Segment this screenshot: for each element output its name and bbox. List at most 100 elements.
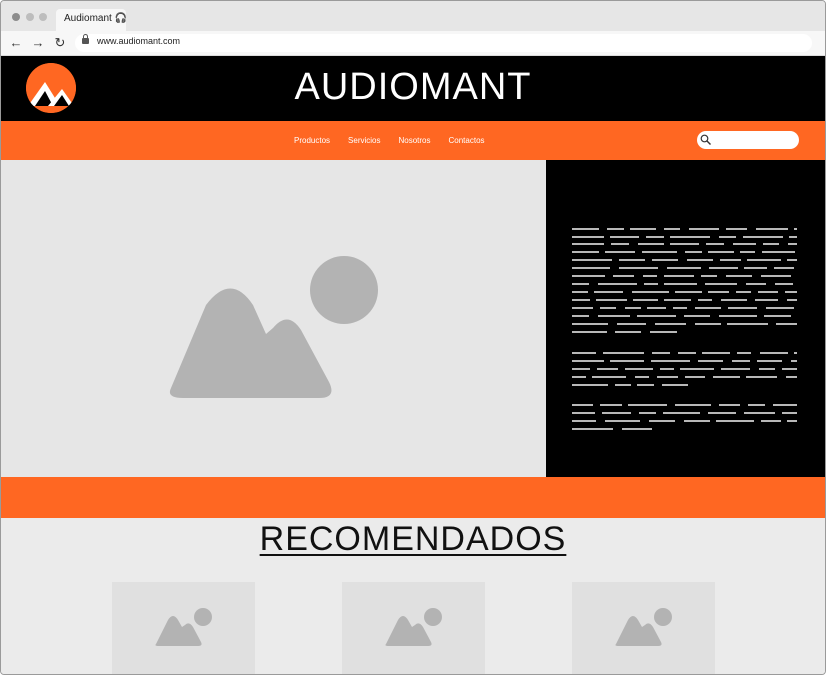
placeholder-text-line: [633, 299, 658, 301]
placeholder-text-line: [598, 315, 630, 317]
placeholder-text-line: [675, 404, 711, 406]
placeholder-text-line: [726, 275, 752, 277]
placeholder-text-line: [639, 412, 656, 414]
placeholder-text-line: [733, 243, 756, 245]
tab-title: Audiomant 🎧: [64, 13, 128, 24]
recommended-card-3[interactable]: [572, 582, 715, 674]
nav-item-contactos[interactable]: Contactos: [449, 136, 485, 145]
close-window-dot[interactable]: [12, 13, 20, 21]
placeholder-text-line: [695, 323, 721, 325]
placeholder-text-line: [572, 428, 613, 430]
placeholder-text-line: [597, 368, 618, 370]
recommended-card-1[interactable]: [112, 582, 255, 674]
placeholder-text-line: [619, 259, 645, 261]
placeholder-text-line: [705, 283, 737, 285]
recommended-card-2[interactable]: [342, 582, 485, 674]
placeholder-text-line: [638, 243, 664, 245]
hero-text-block: [546, 160, 825, 477]
placeholder-text-line: [761, 420, 781, 422]
image-placeholder-icon: [615, 608, 672, 646]
placeholder-text-line: [572, 228, 599, 230]
placeholder-text-line: [726, 228, 747, 230]
url-text: www.audiomant.com: [97, 36, 181, 46]
tab-bar: Audiomant 🎧: [1, 1, 825, 31]
placeholder-text-line: [744, 412, 775, 414]
placeholder-text-line: [572, 384, 608, 386]
placeholder-text-line: [675, 291, 702, 293]
browser-tab[interactable]: Audiomant 🎧: [56, 9, 128, 31]
placeholder-text-line: [610, 236, 639, 238]
placeholder-text-line: [709, 267, 738, 269]
placeholder-text-line: [572, 404, 593, 406]
site-header: AUDIOMANT: [1, 56, 825, 121]
placeholder-text-line: [743, 236, 783, 238]
placeholder-text-line: [713, 376, 740, 378]
placeholder-text-line: [572, 376, 586, 378]
placeholder-text-line: [605, 420, 640, 422]
minimize-window-dot[interactable]: [26, 13, 34, 21]
placeholder-text-line: [737, 352, 751, 354]
placeholder-text-line: [572, 251, 599, 253]
placeholder-text-line: [719, 404, 740, 406]
arrow-right-icon[interactable]: →: [30, 35, 46, 51]
placeholder-text-line: [596, 299, 627, 301]
placeholder-text-line: [773, 404, 797, 406]
placeholder-text-line: [610, 360, 644, 362]
placeholder-text-line: [760, 352, 788, 354]
placeholder-text-line: [598, 283, 637, 285]
placeholder-text-line: [791, 360, 797, 362]
placeholder-text-line: [662, 384, 688, 386]
placeholder-text-line: [708, 412, 736, 414]
placeholder-text-line: [721, 299, 747, 301]
placeholder-text-line: [652, 259, 678, 261]
placeholder-text-line: [716, 420, 754, 422]
placeholder-text-line: [572, 236, 604, 238]
image-placeholder-icon: [155, 608, 212, 646]
placeholder-text-line: [572, 360, 604, 362]
nav-item-productos[interactable]: Productos: [294, 136, 330, 145]
placeholder-text-line: [774, 267, 794, 269]
placeholder-text-line: [664, 228, 680, 230]
placeholder-text-line: [756, 228, 788, 230]
search-input[interactable]: [697, 131, 799, 149]
placeholder-text-line: [607, 228, 624, 230]
nav-item-nosotros[interactable]: Nosotros: [398, 136, 430, 145]
placeholder-text-line: [615, 384, 631, 386]
placeholder-text-line: [572, 267, 610, 269]
placeholder-text-line: [698, 299, 712, 301]
maximize-window-dot[interactable]: [39, 13, 47, 21]
placeholder-text-line: [667, 267, 701, 269]
placeholder-text-line: [572, 243, 604, 245]
placeholder-text-line: [637, 384, 654, 386]
reload-icon[interactable]: ↻: [52, 35, 68, 51]
placeholder-text-line: [695, 307, 721, 309]
placeholder-text-line: [637, 315, 676, 317]
placeholder-text-line: [572, 331, 607, 333]
main-nav: Productos Servicios Nosotros Contactos: [1, 121, 825, 160]
placeholder-text-line: [684, 420, 710, 422]
placeholder-text-line: [625, 368, 653, 370]
address-bar[interactable]: www.audiomant.com: [75, 34, 812, 52]
placeholder-text-line: [572, 420, 596, 422]
arrow-left-icon[interactable]: ←: [8, 35, 24, 51]
placeholder-text-line: [746, 283, 766, 285]
placeholder-text-line: [759, 368, 775, 370]
placeholder-text-line: [646, 236, 664, 238]
placeholder-text-line: [619, 267, 658, 269]
lock-icon: [82, 34, 89, 44]
placeholder-text-line: [572, 368, 590, 370]
placeholder-text-line: [687, 259, 713, 261]
placeholder-text-line: [603, 352, 644, 354]
placeholder-text-line: [635, 376, 649, 378]
placeholder-text-line: [655, 323, 686, 325]
placeholder-text-line: [684, 315, 710, 317]
placeholder-text-line: [766, 307, 794, 309]
image-placeholder-icon: [169, 256, 378, 398]
placeholder-text-line: [630, 228, 656, 230]
nav-item-servicios[interactable]: Servicios: [348, 136, 380, 145]
placeholder-text-line: [719, 236, 736, 238]
placeholder-text-line: [727, 323, 768, 325]
placeholder-text-line: [628, 404, 667, 406]
nav-menu: Productos Servicios Nosotros Contactos: [285, 136, 494, 145]
placeholder-text-line: [642, 251, 677, 253]
